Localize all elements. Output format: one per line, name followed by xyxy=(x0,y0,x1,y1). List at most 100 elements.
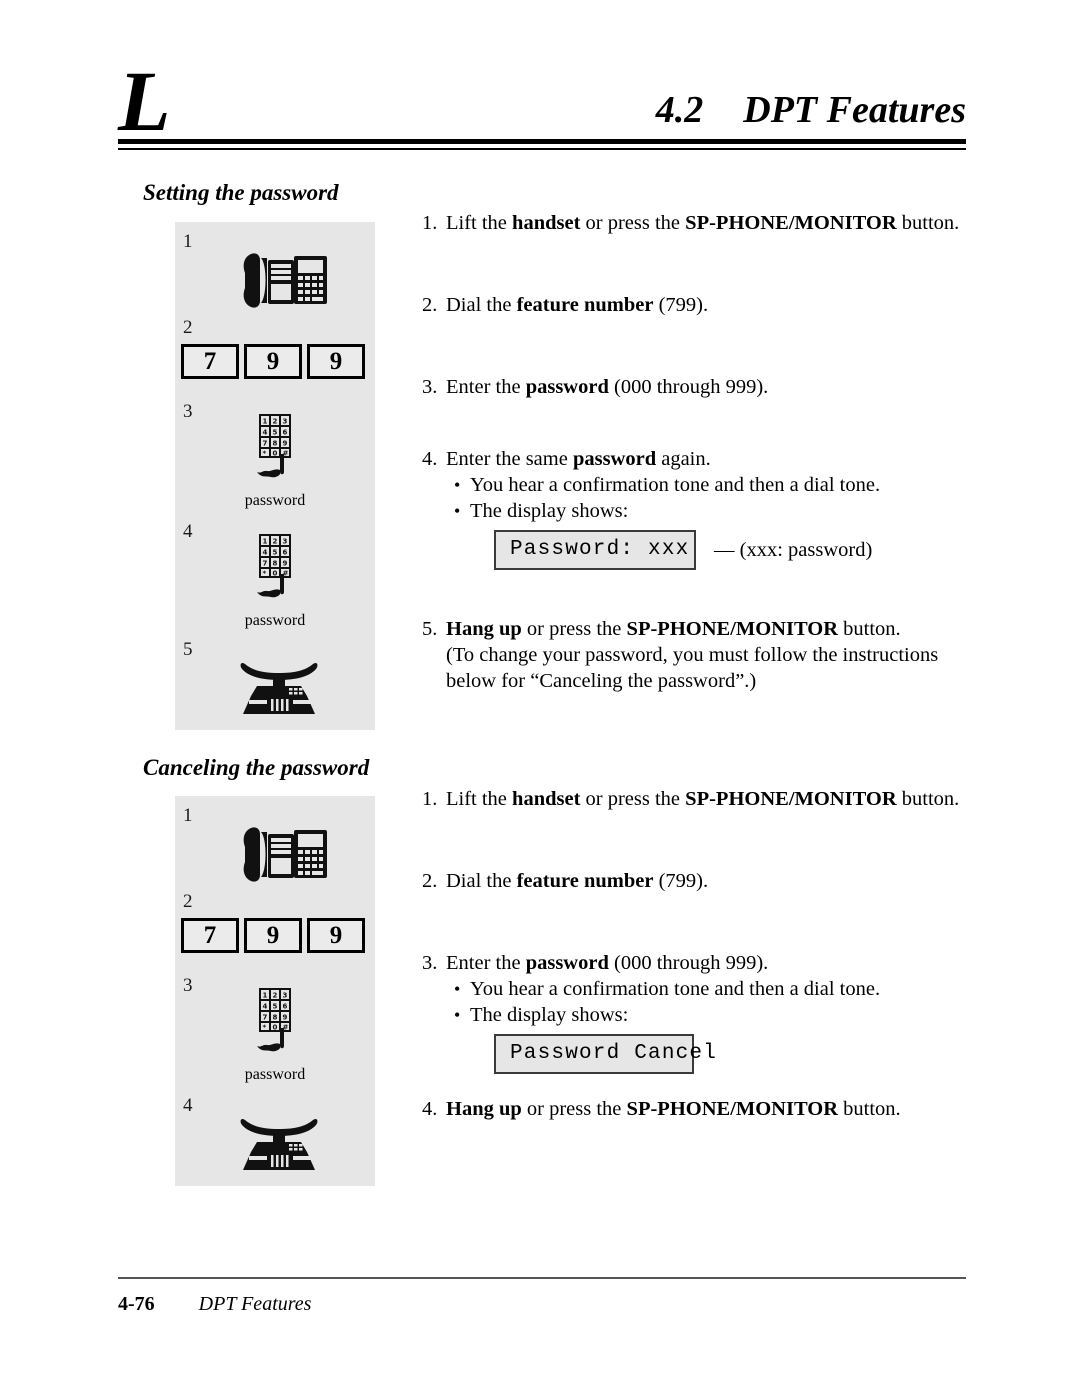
diagram-panel-canceling-password: 1 2 7 9 9 3 1 2 3 4 5 6 7 8 9 * 0 # pass… xyxy=(175,796,375,1186)
footer-title: DPT Features xyxy=(198,1293,312,1315)
bullet-item: • The display shows: xyxy=(422,498,978,524)
step-extra-line: below for “Canceling the password”.) xyxy=(446,670,757,692)
svg-text:3: 3 xyxy=(283,538,288,546)
step-text: Lift the handset or press the SP-PHONE/M… xyxy=(446,212,960,234)
keypad-icon: 123 456 789 * 0 # xyxy=(249,534,301,606)
step-marker: 1. xyxy=(422,212,438,234)
step-marker: 4. xyxy=(422,448,438,470)
diagram-panel-setting-password: 1 2 7 9 9 3 1 2 3 4 5 6 7 8 9 * 0 # pass… xyxy=(175,222,375,730)
svg-text:8: 8 xyxy=(273,1014,278,1022)
page-footer: 4-76 DPT Features xyxy=(118,1292,311,1316)
svg-text:*: * xyxy=(263,1024,267,1032)
svg-text:*: * xyxy=(263,570,267,578)
step-text: Dial the feature number (799). xyxy=(446,294,709,316)
instructions-setting-password: 1. Lift the handset or press the SP-PHON… xyxy=(422,210,978,694)
instruction-step: 2. Dial the feature number (799). xyxy=(422,868,978,894)
svg-text:4: 4 xyxy=(263,429,268,437)
diagram-step-number: 2 xyxy=(183,317,193,338)
svg-text:7: 7 xyxy=(263,1014,268,1022)
bullet-dot: • xyxy=(454,475,461,495)
svg-text:4: 4 xyxy=(263,1003,268,1011)
key-box: 9 xyxy=(244,344,302,379)
header-rule-thick xyxy=(118,139,966,144)
display-example-row: Password Cancel xyxy=(422,1034,978,1074)
svg-text:7: 7 xyxy=(263,440,268,448)
step-bullet-list: • You hear a confirmation tone and then … xyxy=(422,976,978,1028)
step-text: Enter the same password again. xyxy=(446,448,711,470)
svg-text:2: 2 xyxy=(273,992,278,1000)
step-text: Hang up or press the SP-PHONE/MONITOR bu… xyxy=(446,618,901,640)
step-marker: 2. xyxy=(422,870,438,892)
instruction-step: 2. Dial the feature number (799). xyxy=(422,292,978,318)
svg-text:1: 1 xyxy=(263,538,268,546)
header-section: 4.2 DPT Features xyxy=(656,90,966,130)
footer-rule xyxy=(118,1277,966,1279)
step-bullet-list: • You hear a confirmation tone and then … xyxy=(422,472,978,524)
section-heading-setting-password: Setting the password xyxy=(143,180,339,205)
page-header: L 4.2 DPT Features xyxy=(118,58,966,144)
key-box: 9 xyxy=(307,344,365,379)
instruction-step: 1. Lift the handset or press the SP-PHON… xyxy=(422,210,978,236)
header-rule-thin xyxy=(118,148,966,150)
hang-up-icon xyxy=(237,1108,321,1174)
step-marker: 1. xyxy=(422,788,438,810)
step-marker: 3. xyxy=(422,376,438,398)
bullet-item: • You hear a confirmation tone and then … xyxy=(422,976,978,1002)
bullet-item: • You hear a confirmation tone and then … xyxy=(422,472,978,498)
diagram-step-number: 5 xyxy=(183,639,193,660)
footer-page-number: 4-76 xyxy=(118,1293,155,1315)
step-text: Dial the feature number (799). xyxy=(446,870,709,892)
step-text: Lift the handset or press the SP-PHONE/M… xyxy=(446,788,960,810)
instruction-step: 3. Enter the password (000 through 999). xyxy=(422,374,978,400)
display-example-row: Password: xxx — (xxx: password) xyxy=(422,530,978,570)
instruction-step: 1. Lift the handset or press the SP-PHON… xyxy=(422,786,978,812)
svg-text:8: 8 xyxy=(273,440,278,448)
bullet-text: The display shows: xyxy=(470,1004,629,1026)
bullet-dot: • xyxy=(454,1005,461,1025)
step-marker: 3. xyxy=(422,952,438,974)
step-text: Hang up or press the SP-PHONE/MONITOR bu… xyxy=(446,1098,901,1120)
keypad-caption: password xyxy=(244,492,306,509)
display-annotation: — (xxx: password) xyxy=(714,539,873,561)
svg-text:5: 5 xyxy=(273,429,278,437)
feature-number-key-row: 7 9 9 xyxy=(181,918,365,953)
keypad-icon: 123 456 789 * 0 # xyxy=(249,414,301,486)
diagram-step-number: 1 xyxy=(183,805,193,826)
svg-text:1: 1 xyxy=(263,992,268,1000)
svg-text:9: 9 xyxy=(283,560,288,568)
lcd-display-password: Password: xxx xyxy=(494,530,696,570)
svg-text:4: 4 xyxy=(263,549,268,557)
svg-text:3: 3 xyxy=(283,992,288,1000)
bullet-dot: • xyxy=(454,501,461,521)
svg-text:7: 7 xyxy=(263,560,268,568)
step-marker: 5. xyxy=(422,618,438,640)
svg-text:0: 0 xyxy=(273,1024,278,1032)
step-extra-line: (To change your password, you must follo… xyxy=(446,644,939,666)
instruction-step: 3. Enter the password (000 through 999).… xyxy=(422,950,978,1074)
feature-number-key-row: 7 9 9 xyxy=(181,344,365,379)
lift-handset-icon xyxy=(237,822,329,884)
bullet-text: You hear a confirmation tone and then a … xyxy=(470,474,881,496)
svg-text:*: * xyxy=(263,450,267,458)
instruction-step: 4. Hang up or press the SP-PHONE/MONITOR… xyxy=(422,1096,978,1122)
diagram-step-number: 3 xyxy=(183,401,193,422)
lift-handset-icon xyxy=(237,248,329,310)
svg-text:0: 0 xyxy=(273,450,278,458)
keypad-icon: 123 456 789 * 0 # xyxy=(249,988,301,1060)
chapter-letter: L xyxy=(118,53,171,149)
bullet-dot: • xyxy=(454,979,461,999)
diagram-step-number: 4 xyxy=(183,1095,193,1116)
bullet-text: You hear a confirmation tone and then a … xyxy=(470,978,881,1000)
svg-text:6: 6 xyxy=(283,429,288,437)
keypad-caption: password xyxy=(244,1066,306,1083)
instruction-step: 5. Hang up or press the SP-PHONE/MONITOR… xyxy=(422,616,978,694)
diagram-step-number: 4 xyxy=(183,521,193,542)
section-title: DPT Features xyxy=(743,89,966,131)
svg-text:9: 9 xyxy=(283,1014,288,1022)
key-box: 9 xyxy=(244,918,302,953)
svg-text:2: 2 xyxy=(273,418,278,426)
svg-text:5: 5 xyxy=(273,1003,278,1011)
